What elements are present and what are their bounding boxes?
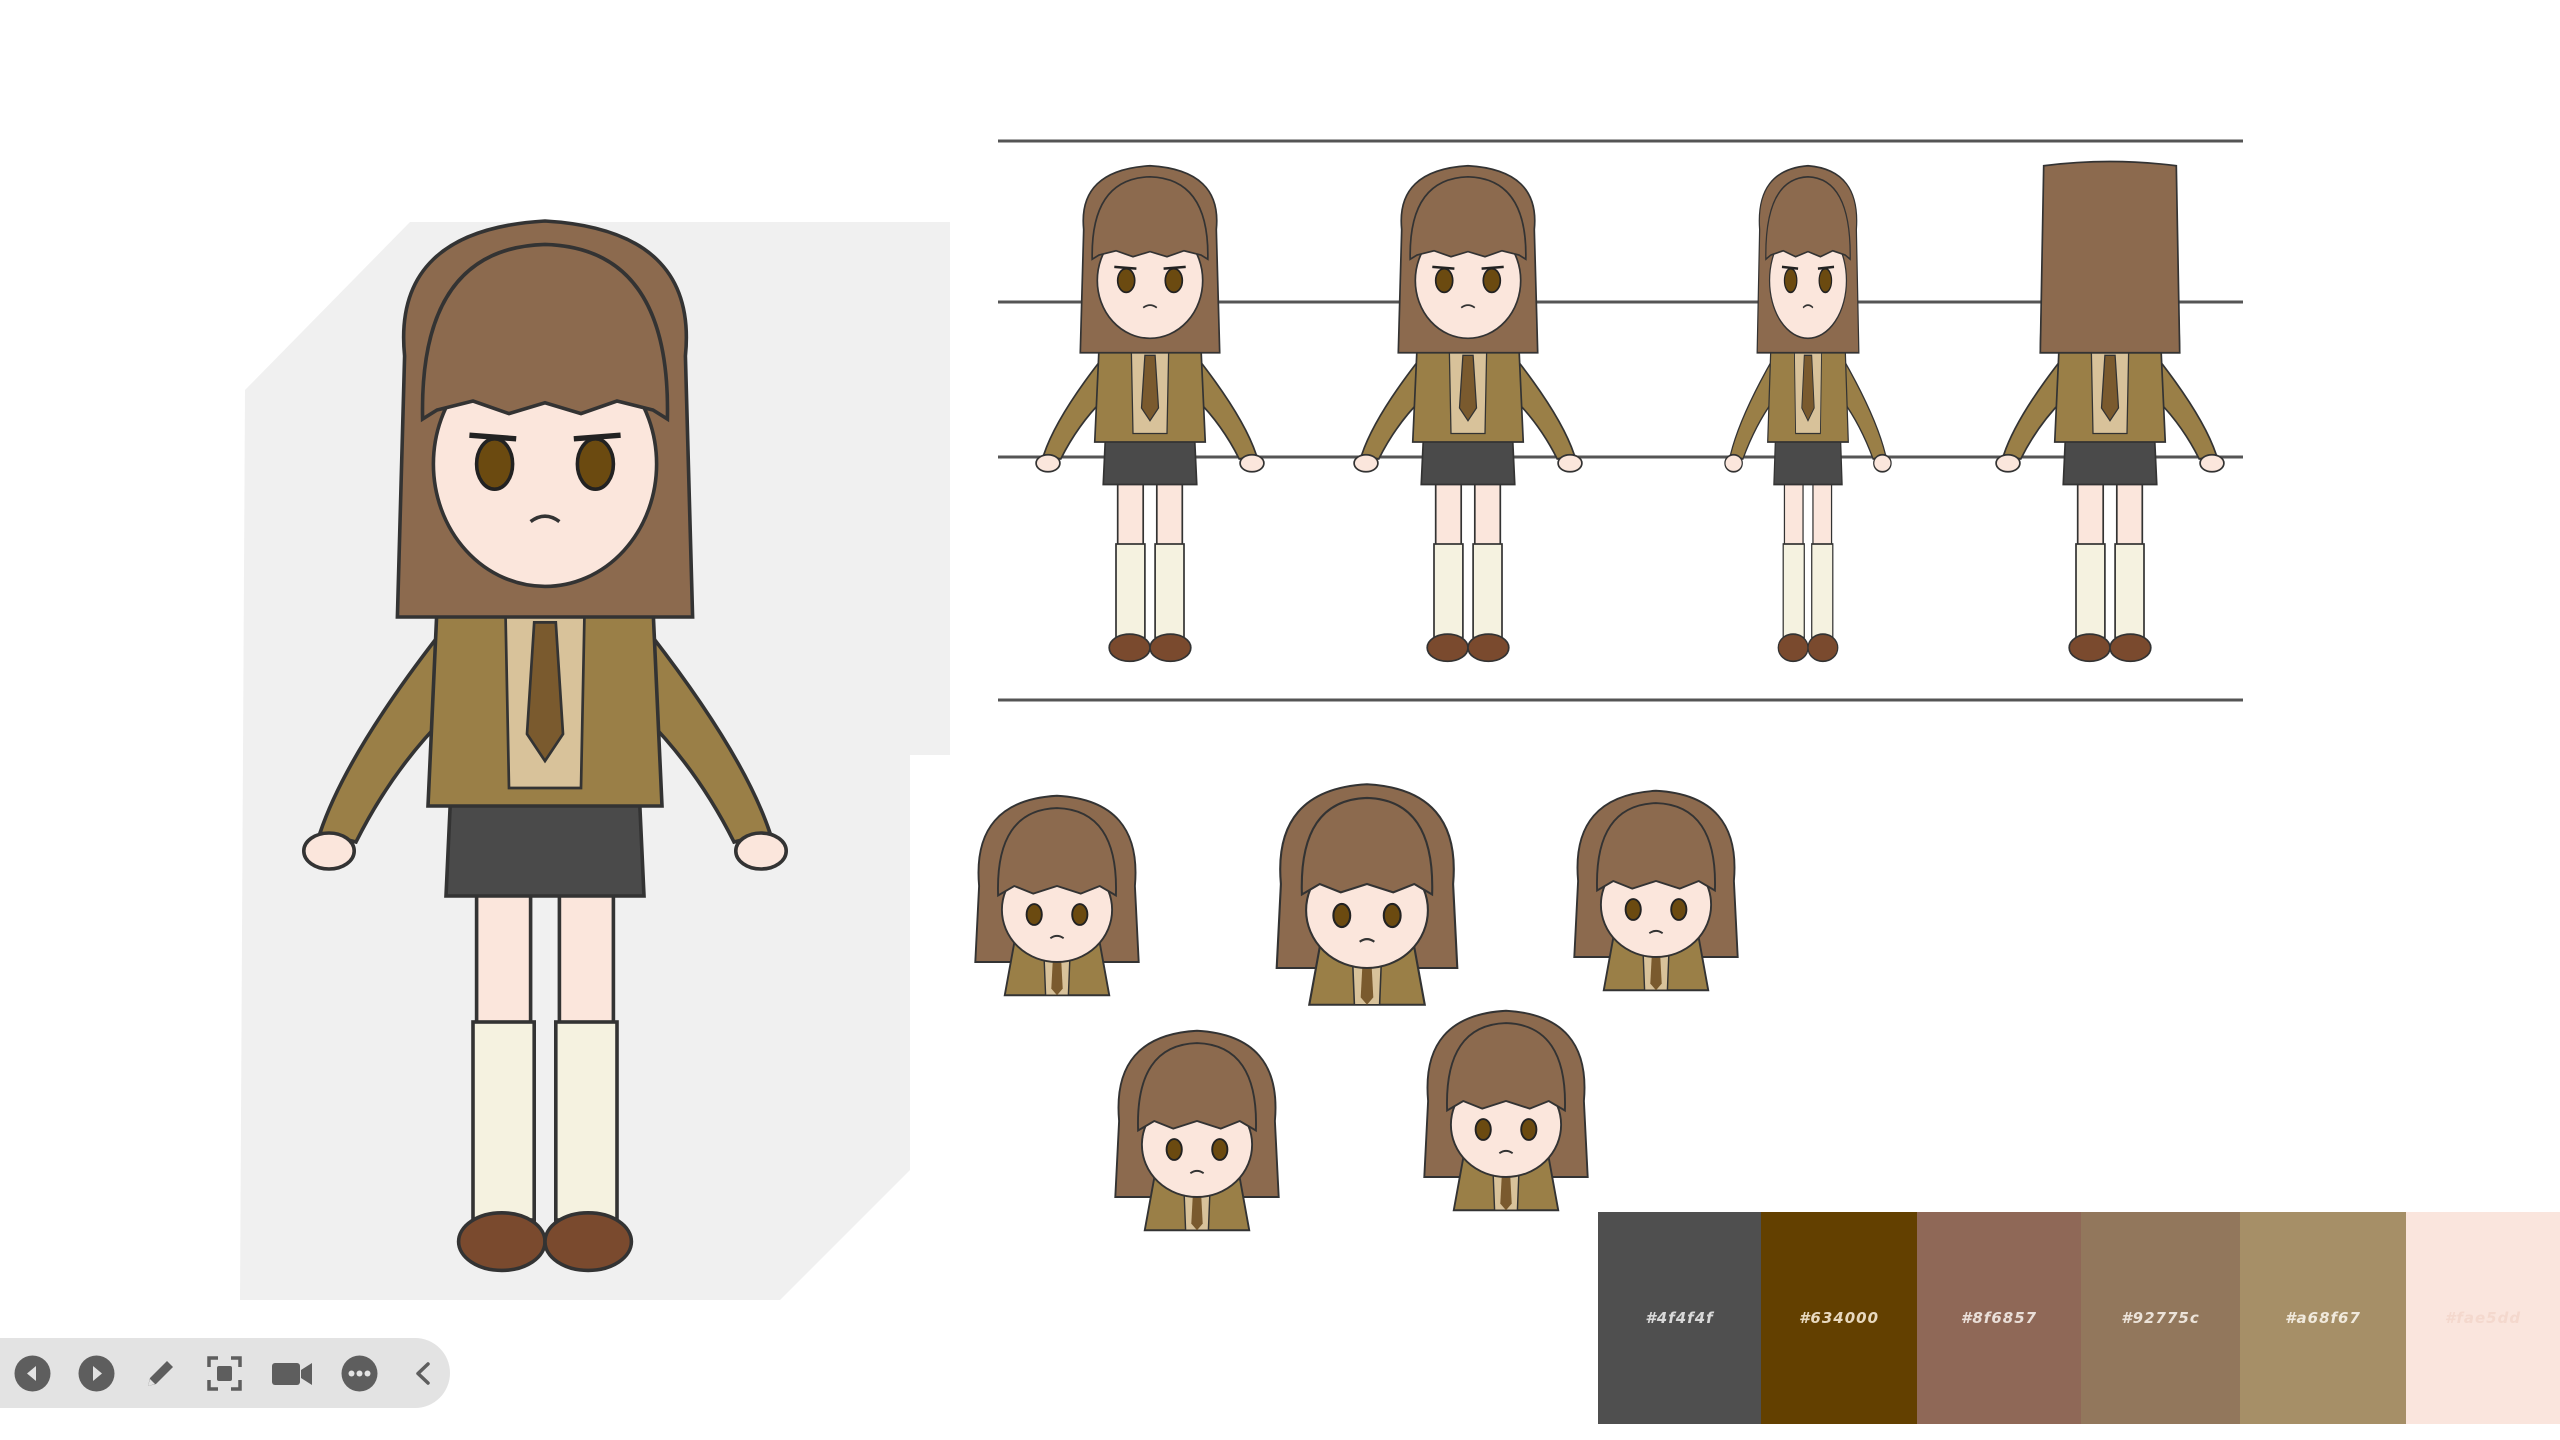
- swatch-label: #4f4f4f: [1645, 1309, 1714, 1327]
- swatch-label: #a68f67: [2285, 1309, 2361, 1327]
- expression-head-sulky: [1423, 1009, 1589, 1212]
- swatch-5: #a68f67: [2240, 1212, 2406, 1424]
- chevron-left-icon: [416, 1361, 430, 1385]
- screenshot-icon: [207, 1355, 242, 1391]
- swatch-label: #8f6857: [1960, 1309, 2038, 1327]
- video-camera-icon: [272, 1362, 312, 1385]
- turnaround-back-view: [1994, 160, 2226, 663]
- previous-icon: [14, 1355, 51, 1391]
- more-button[interactable]: [341, 1355, 378, 1392]
- previous-button[interactable]: [14, 1355, 51, 1392]
- expression-head-flustered: [974, 794, 1140, 997]
- pen-icon: [148, 1360, 173, 1386]
- swatch-4: #92775c: [2081, 1212, 2240, 1424]
- swatch-label: #92775c: [2121, 1309, 2200, 1327]
- turnaround-side-view: [1723, 164, 1893, 663]
- turnaround-three-quarter-view: [1352, 164, 1584, 663]
- swatch-2: #634000: [1761, 1212, 1917, 1424]
- expression-head-angry: [1275, 783, 1459, 1006]
- swatch-label: #634000: [1798, 1309, 1880, 1327]
- pen-button[interactable]: [142, 1355, 179, 1392]
- swatch-label: #fae5dd: [2444, 1309, 2522, 1327]
- camera-button[interactable]: [270, 1355, 314, 1392]
- turnaround-front-view: [1034, 164, 1266, 663]
- next-icon: [78, 1355, 115, 1391]
- next-button[interactable]: [78, 1355, 115, 1392]
- swatch-6: #fae5dd: [2406, 1212, 2560, 1424]
- character-sheet: #4f4f4f #634000 #8f6857 #92775c #a68f67 …: [0, 0, 2560, 1440]
- color-palette: #4f4f4f #634000 #8f6857 #92775c #a68f67 …: [1598, 1212, 2560, 1424]
- expression-head-surprised: [1573, 789, 1739, 992]
- swatch-1: #4f4f4f: [1598, 1212, 1761, 1424]
- more-icon: [341, 1355, 378, 1391]
- screenshot-button[interactable]: [206, 1355, 243, 1392]
- presentation-toolbar: [0, 1338, 450, 1408]
- collapse-button[interactable]: [405, 1355, 442, 1392]
- expression-head-worried: [1114, 1029, 1280, 1232]
- swatch-3: #8f6857: [1917, 1212, 2081, 1424]
